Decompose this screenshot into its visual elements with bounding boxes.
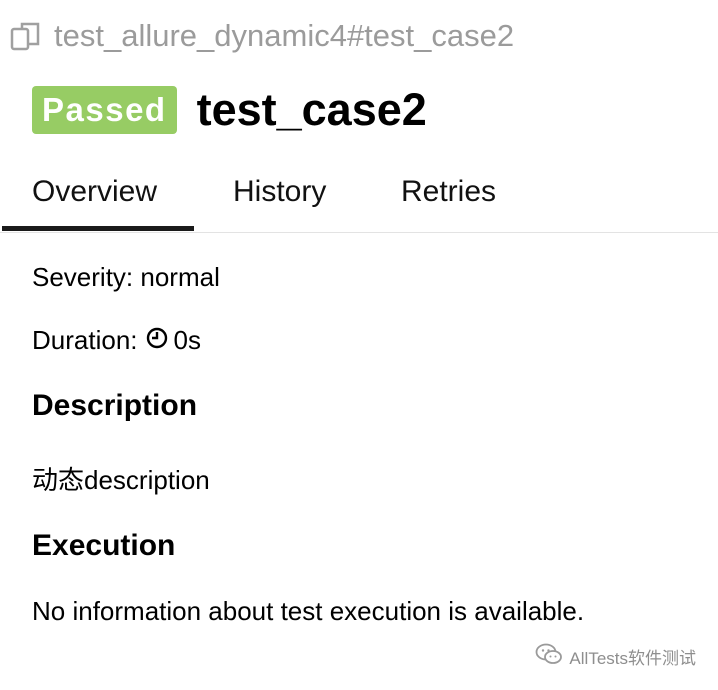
breadcrumb[interactable]: test_allure_dynamic4#test_case2 [10, 18, 514, 54]
execution-heading: Execution [32, 529, 176, 562]
duration-label: Duration: [32, 325, 138, 355]
description-heading: Description [32, 389, 198, 422]
watermark-text: AllTests软件测试 [569, 649, 696, 668]
title-row: Passed test_case2 [32, 84, 427, 136]
page-title: test_case2 [196, 84, 427, 135]
tab-bar: Overview History Retries [0, 160, 718, 233]
severity-row: Severity: normal [32, 262, 220, 293]
severity-label: Severity: [32, 262, 134, 292]
description-text: 动态description [32, 465, 210, 495]
breadcrumb-text[interactable]: test_allure_dynamic4#test_case2 [54, 18, 514, 54]
duration-value: 0s [173, 325, 201, 355]
execution-text: No information about test execution is a… [32, 596, 585, 626]
duration-row: Duration: 0s [32, 325, 201, 356]
watermark: AllTests软件测试 [535, 643, 696, 670]
copy-icon[interactable] [10, 21, 44, 51]
tab-retries[interactable]: Retries [401, 174, 496, 228]
severity-value: normal [140, 262, 220, 292]
tab-history[interactable]: History [233, 174, 326, 228]
wechat-icon [535, 643, 563, 670]
clock-icon [146, 325, 168, 356]
tab-overview[interactable]: Overview [2, 174, 194, 231]
status-badge: Passed [32, 86, 177, 134]
